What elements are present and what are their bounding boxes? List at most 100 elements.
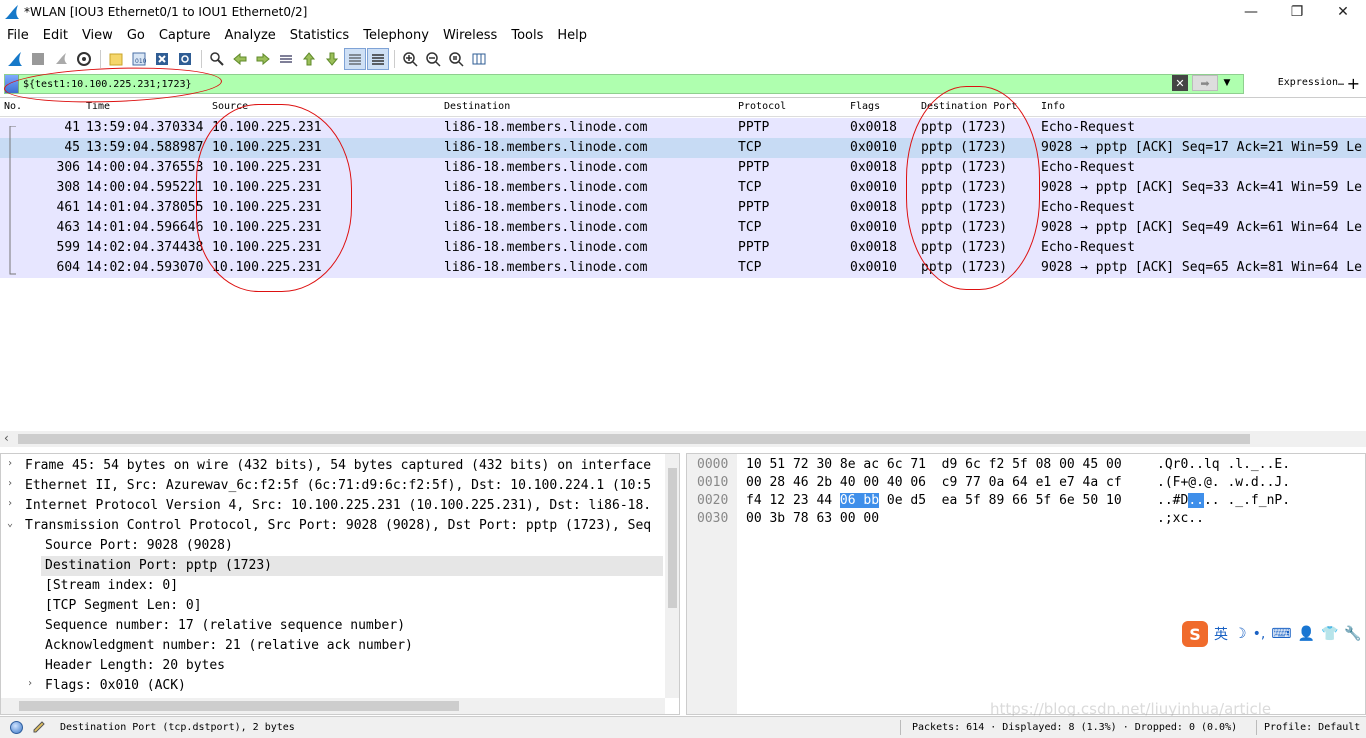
menu-statistics[interactable]: Statistics [283,28,356,43]
scroll-left-icon[interactable]: ‹ [4,431,9,445]
ime-keyboard-icon[interactable]: ⌨ [1271,626,1291,642]
details-horizontal-scrollbar[interactable] [1,698,665,714]
cell-info: Echo-Request [1041,240,1135,255]
close-file-icon[interactable] [151,48,173,70]
capture-comment-pencil-icon[interactable] [32,720,46,734]
go-first-packet-icon[interactable] [298,48,320,70]
cell-destination: li86-18.members.linode.com [444,120,648,135]
hex-offset: 0020 [697,493,729,508]
cell-flags: 0x0010 [850,140,897,155]
maximize-button[interactable]: ❐ [1274,0,1320,24]
packet-list-horizontal-scrollbar[interactable]: ‹ [0,431,1366,447]
ascii-bytes[interactable]: ..#D.... ._.f_nP. [1157,493,1290,508]
go-to-packet-icon[interactable] [275,48,297,70]
scrollbar-thumb[interactable] [19,701,459,711]
detail-tree-item[interactable]: Acknowledgment number: 21 (relative ack … [1,636,665,656]
hex-bytes[interactable]: 00 28 46 2b 40 00 40 06 c9 77 0a 64 e1 e… [746,475,1122,490]
ime-language-toggle[interactable]: 英 [1214,624,1228,644]
cell-flags: 0x0010 [850,220,897,235]
menu-capture[interactable]: Capture [152,28,218,43]
column-header-flags[interactable]: Flags [850,101,880,112]
close-button[interactable]: ✕ [1320,0,1366,24]
zoom-reset-icon[interactable] [445,48,467,70]
capture-options-gear-icon[interactable] [73,48,95,70]
expert-info-icon[interactable] [10,721,23,734]
menu-file[interactable]: File [0,28,36,43]
detail-tree-item[interactable]: Source Port: 9028 (9028) [1,536,665,556]
menu-help[interactable]: Help [550,28,594,43]
menu-tools[interactable]: Tools [504,28,550,43]
go-forward-icon[interactable] [252,48,274,70]
clear-filter-icon[interactable]: ✕ [1172,75,1188,91]
detail-tree-item[interactable]: [Stream index: 0] [1,576,665,596]
detail-tree-label: Acknowledgment number: 21 (relative ack … [45,638,413,653]
expression-button[interactable]: Expression… [1278,77,1344,88]
ascii-bytes[interactable]: .(F+@.@. .w.d..J. [1157,475,1290,490]
colorize-icon[interactable] [367,48,389,70]
detail-tree-item[interactable]: › Ethernet II, Src: Azurewav_6c:f2:5f (6c… [1,476,665,496]
column-header-no[interactable]: No. [4,101,22,112]
reload-file-icon[interactable] [174,48,196,70]
ime-skin-icon[interactable]: 👕 [1321,626,1338,642]
detail-tree-item[interactable]: › Frame 45: 54 bytes on wire (432 bits), … [1,456,665,476]
go-back-icon[interactable] [229,48,251,70]
detail-tree-item[interactable]: [TCP Segment Len: 0] [1,596,665,616]
sogou-ime-icon[interactable]: S [1182,621,1208,647]
menu-edit[interactable]: Edit [36,28,75,43]
ascii-run: .(F+@.@. .w.d..J. [1157,475,1291,490]
detail-tree-item[interactable]: Header Length: 20 bytes [1,656,665,676]
menu-go[interactable]: Go [120,28,152,43]
hex-byte-run: f4 12 23 44 [746,493,840,508]
hex-bytes[interactable]: f4 12 23 44 06 bb 0e d5 ea 5f 89 66 5f 6… [746,493,1122,508]
resize-columns-icon[interactable] [468,48,490,70]
status-profile[interactable]: Profile: Default [1264,722,1360,733]
collapsed-chevron-icon[interactable]: › [27,678,33,689]
go-last-packet-icon[interactable] [321,48,343,70]
column-header-protocol[interactable]: Protocol [738,101,786,112]
add-filter-button[interactable]: + [1347,74,1360,93]
ime-punctuation-icon[interactable]: •, [1253,626,1266,642]
detail-tree-item[interactable]: › Internet Protocol Version 4, Src: 10.10… [1,496,665,516]
restart-capture-icon[interactable] [50,48,72,70]
column-header-time[interactable]: Time [86,101,110,112]
collapsed-chevron-icon[interactable]: › [7,478,13,489]
packet-row[interactable]: 604 14:02:04.593070 10.100.225.231 li86-18.… [0,258,1366,278]
zoom-in-icon[interactable] [399,48,421,70]
column-header-info[interactable]: Info [1041,101,1065,112]
ime-moon-icon[interactable]: ☽ [1234,626,1247,642]
menu-view[interactable]: View [75,28,120,43]
ascii-run: ..#D [1157,493,1189,508]
collapsed-chevron-icon[interactable]: › [7,458,13,469]
find-packet-icon[interactable] [206,48,228,70]
scrollbar-thumb[interactable] [668,468,677,608]
cell-destination: li86-18.members.linode.com [444,200,648,215]
column-header-destination[interactable]: Destination [444,101,510,112]
hex-bytes[interactable]: 00 3b 78 63 00 00 [746,511,879,526]
ime-user-icon[interactable]: 👤 [1298,626,1315,642]
apply-filter-arrow-icon[interactable]: ➡ [1192,75,1218,91]
hex-bytes[interactable]: 10 51 72 30 8e ac 6c 71 d9 6c f2 5f 08 0… [746,457,1122,472]
detail-tree-item[interactable]: › Flags: 0x010 (ACK) [1,676,665,696]
collapsed-chevron-icon[interactable]: › [7,498,13,509]
stop-capture-icon[interactable] [27,48,49,70]
menu-wireless[interactable]: Wireless [436,28,504,43]
expanded-chevron-icon[interactable]: ⌄ [7,518,13,529]
detail-tree-item[interactable]: Sequence number: 17 (relative sequence n… [1,616,665,636]
scrollbar-thumb[interactable] [18,434,1250,444]
detail-tree-item[interactable]: ⌄ Transmission Control Protocol, Src Port… [1,516,665,536]
packet-row[interactable]: 41 13:59:04.370334 10.100.225.231 li86-18.m… [0,118,1366,138]
detail-tree-item[interactable]: Destination Port: pptp (1723) [41,556,663,576]
filter-history-dropdown-icon[interactable]: ▼ [1220,75,1234,91]
ascii-bytes[interactable]: .;xc.. [1157,511,1204,526]
ime-tools-icon[interactable]: 🔧 [1344,626,1361,642]
autoscroll-icon[interactable] [344,48,366,70]
start-capture-fin-icon[interactable] [4,48,26,70]
zoom-out-icon[interactable] [422,48,444,70]
details-vertical-scrollbar[interactable] [665,454,679,698]
menu-analyze[interactable]: Analyze [218,28,283,43]
status-separator [1256,720,1257,735]
hex-offset: 0010 [697,475,729,490]
menu-telephony[interactable]: Telephony [356,28,436,43]
minimize-button[interactable]: — [1228,0,1274,24]
ascii-bytes[interactable]: .Qr0..lq .l._..E. [1157,457,1290,472]
